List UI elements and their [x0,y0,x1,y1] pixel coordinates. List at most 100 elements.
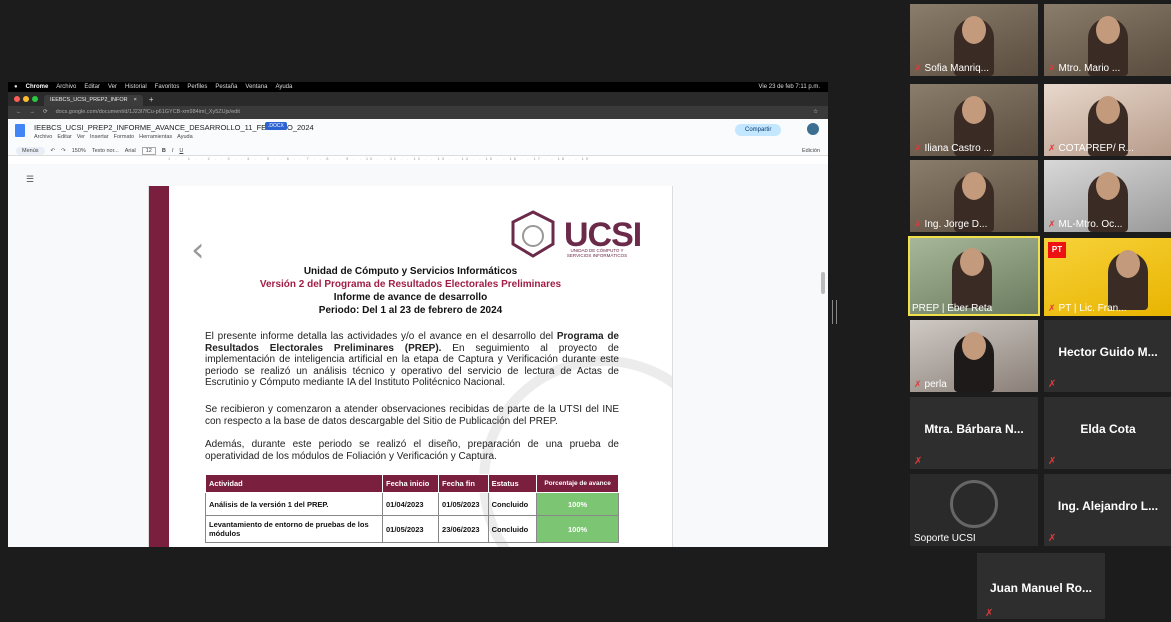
share-button[interactable]: Compartir [735,124,782,136]
participant-tile[interactable]: ✗ Mtro. Mario ... [1044,4,1171,76]
table-row: Análisis de la versión 1 del PREP. 01/04… [205,492,619,516]
table-header: Fecha inicio [381,474,440,493]
editing-mode-select[interactable]: Edición [802,148,820,154]
minimize-window-icon[interactable] [23,96,29,102]
participant-tile[interactable]: ✗ perla [910,320,1038,392]
mac-menu-item[interactable]: Ayuda [275,82,292,92]
mac-menu-item[interactable]: Favoritos [155,82,180,92]
table-header: Actividad [205,474,383,493]
bookmark-star-icon[interactable]: ☆ [813,106,828,119]
table-header: Porcentaje de avance [536,474,619,493]
panel-resize-handle[interactable] [832,300,837,324]
redo-icon[interactable]: ↷ [61,148,66,154]
docs-menu-item[interactable]: Herramientas [139,134,172,140]
participant-tile[interactable]: ✗ Ing. Jorge D... [910,160,1038,232]
mac-menu-item[interactable]: Pestaña [215,82,237,92]
forward-icon[interactable]: → [30,106,36,119]
mic-muted-icon: ✗ [1048,143,1056,153]
close-window-icon[interactable] [14,96,20,102]
participant-tile[interactable]: Soporte UCSI [910,474,1038,546]
participant-tile[interactable]: ✗ Sofia Manriq... [910,4,1038,76]
participant-tile[interactable]: ✗ ML-Mtro. Oc... [1044,160,1171,232]
shared-screen: ● Chrome Archivo Editar Ver Historial Fa… [8,82,828,547]
browser-tab-bar: IEEBCS_UCSI_PREP2_INFOR × + [8,92,828,106]
participant-label: ✗ Sofia Manriq... [914,63,989,74]
mac-menu-item[interactable]: Historial [125,82,147,92]
logo-subtitle: UNIDAD DE CÓMPUTO Y SERVICIOS INFORMÁTIC… [566,248,628,258]
font-size-input[interactable]: 12 [141,146,156,155]
mic-muted-icon: ✗ [1048,219,1056,229]
mac-menu-item[interactable]: Editar [84,82,100,92]
bold-icon[interactable]: B [162,148,166,154]
underline-icon[interactable]: U [179,148,183,154]
ruler: 1 . . 1 . . 2 . . 3 . . 4 . . 5 . . 6 . … [168,156,591,161]
menus-search[interactable]: Menús [16,146,45,155]
italic-icon[interactable]: I [172,148,174,154]
docs-menu-item[interactable]: Insertar [90,134,109,140]
participant-name: Hector Guido M... [1058,345,1158,359]
table-header: Fecha fin [438,474,489,493]
undo-icon[interactable]: ↶ [51,148,56,154]
reload-icon[interactable]: ⟳ [43,106,48,119]
avatar[interactable] [807,123,819,135]
outline-icon[interactable]: ☰ [26,174,34,185]
doc-heading-report: Informe de avance de desarrollo [333,292,488,303]
docs-menu-item[interactable]: Ver [77,134,85,140]
mac-menu-item[interactable]: Archivo [56,82,76,92]
scrollbar[interactable] [821,272,825,294]
table-header-row: Actividad Fecha inicio Fecha fin Estatus… [205,474,619,493]
docx-badge: .DOCX [265,122,287,130]
apple-icon[interactable]: ● [14,82,18,92]
mac-menu-bar: ● Chrome Archivo Editar Ver Historial Fa… [8,82,828,92]
participant-label: ✗ Mtro. Mario ... [1048,63,1120,74]
font-select[interactable]: Arial [125,148,136,154]
participant-tile[interactable]: ✗ Iliana Castro ... [910,84,1038,156]
participant-name: PREP | Eber Reta [912,303,993,314]
participant-name: Ing. Jorge D... [924,219,988,230]
close-tab-icon[interactable]: × [134,95,137,106]
mac-menu-item[interactable]: Perfiles [187,82,207,92]
participant-name: Iliana Castro ... [924,143,992,154]
mac-app-name[interactable]: Chrome [26,82,49,92]
ucsi-shield-icon [511,210,555,258]
participant-tile[interactable]: Hector Guido M... ✗ [1044,320,1171,392]
participant-tile[interactable]: PT ✗ PT | Lic. Fran... [1044,238,1171,316]
paragraph-1-start: El presente informe detalla las activida… [205,331,557,342]
docs-menu-item[interactable]: Ayuda [177,134,193,140]
docs-menu-item[interactable]: Formato [114,134,134,140]
participant-label: PREP | Eber Reta [912,303,992,314]
mic-muted-icon: ✗ [985,608,994,619]
docs-toolbar: Menús ↶ ↷ 150% Texto nor... Arial 12 B I… [16,145,820,156]
maximize-window-icon[interactable] [32,96,38,102]
browser-tab[interactable]: IEEBCS_UCSI_PREP2_INFOR × [44,95,143,106]
new-tab-icon[interactable]: + [149,95,154,104]
zoom-select[interactable]: 150% [72,148,86,154]
style-select[interactable]: Texto nor... [92,148,119,154]
document-page[interactable]: ‹ UCSI UNIDAD DE CÓMPUTO Y SERVICIOS INF… [148,186,673,547]
support-logo-icon [950,480,998,528]
mac-menu-item[interactable]: Ventana [245,82,267,92]
table-cell: Levantamiento de entorno de pruebas de l… [205,515,383,543]
docs-menu-item[interactable]: Archivo [34,134,52,140]
url-field[interactable]: docs.google.com/document/d/1J23l7fCu-p61… [56,106,240,119]
participant-name: perla [924,379,947,390]
participant-tile[interactable]: Juan Manuel Ro... ✗ [977,553,1105,619]
participant-tile[interactable]: Elda Cota ✗ [1044,397,1171,469]
participant-tile-active-speaker[interactable]: PREP | Eber Reta [908,236,1040,316]
activity-table: Actividad Fecha inicio Fecha fin Estatus… [205,474,619,543]
participant-face [1096,16,1120,44]
mac-menu-item[interactable]: Ver [108,82,117,92]
table-cell: 01/05/2023 [381,515,440,543]
paragraph-1: El presente informe detalla las activida… [205,331,619,389]
mac-clock[interactable]: Vie 23 de feb 7:11 p.m. [759,82,829,92]
doc-heading-period: Periodo: Del 1 al 23 de febrero de 2024 [318,305,503,316]
pt-party-logo: PT [1048,242,1066,258]
participant-tile[interactable]: Ing. Alejandro L... ✗ [1044,474,1171,546]
back-icon[interactable]: ← [16,106,22,119]
docs-menu-item[interactable]: Editar [57,134,71,140]
participant-tile[interactable]: ✗ COTAPREP/ R... [1044,84,1171,156]
table-header: Estatus [487,474,538,493]
participant-tile[interactable]: Mtra. Bárbara N... ✗ [910,397,1038,469]
docs-logo-icon[interactable] [15,124,25,137]
participant-label: ✗ Iliana Castro ... [914,143,992,154]
